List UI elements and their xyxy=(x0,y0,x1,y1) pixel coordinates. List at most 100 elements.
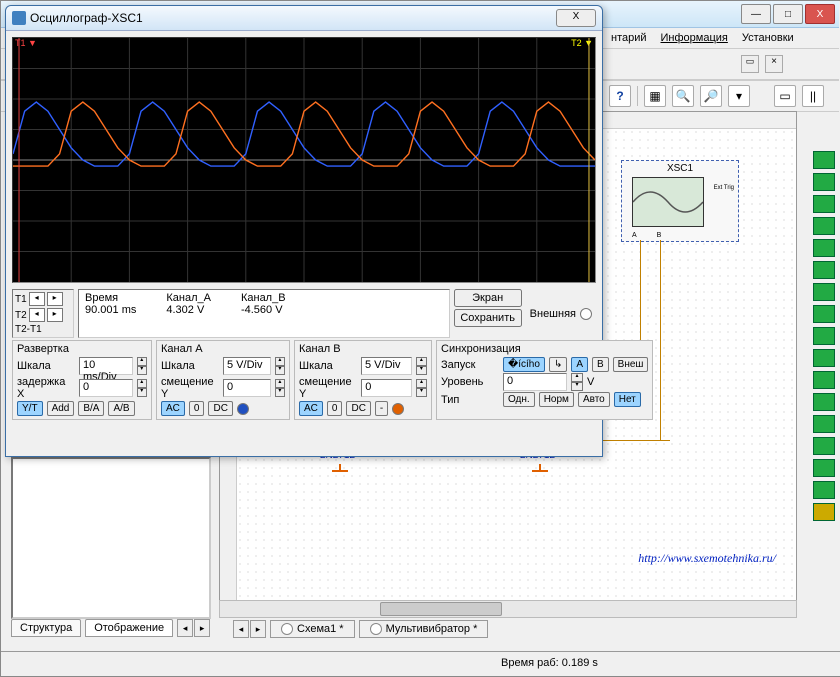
spin-up-icon[interactable]: ▴ xyxy=(416,357,427,366)
doc-tab-schema1[interactable]: Схема1 * xyxy=(270,620,355,638)
timebase-scale-input[interactable]: 10 ms/Div xyxy=(79,357,133,375)
cha-scale-input[interactable]: 5 V/Div xyxy=(223,357,271,375)
view-icon[interactable]: ▦ xyxy=(644,85,666,107)
tab-structure[interactable]: Структура xyxy=(11,619,81,637)
chb-scale-input[interactable]: 5 V/Div xyxy=(361,357,412,375)
timebase-panel: Развертка Шкала10 ms/Div▴▾ задержка X0▴▾… xyxy=(12,340,152,420)
spin-down-icon[interactable]: ▾ xyxy=(416,388,427,397)
spin-down-icon[interactable]: ▾ xyxy=(416,366,427,375)
maximize-button[interactable]: □ xyxy=(773,4,803,24)
instrument-icon[interactable] xyxy=(813,173,835,191)
t2-right-icon[interactable]: ▸ xyxy=(47,308,63,322)
scrollbar-thumb[interactable] xyxy=(380,602,502,616)
component-oscilloscope[interactable]: XSC1 Ext Trig AB xyxy=(621,160,739,242)
instrument-icon[interactable] xyxy=(813,283,835,301)
instrument-icon[interactable] xyxy=(813,459,835,477)
close-button[interactable]: X xyxy=(805,4,835,24)
instrument-icon[interactable] xyxy=(813,503,835,521)
trig-b-button[interactable]: B xyxy=(592,357,609,372)
timebase-delay-input[interactable]: 0 xyxy=(79,379,133,397)
chb-neg-button[interactable]: - xyxy=(375,401,388,416)
col-cha: Канал_A xyxy=(166,292,211,304)
spin-up-icon[interactable]: ▴ xyxy=(137,379,148,388)
tab-display[interactable]: Отображение xyxy=(85,619,173,637)
trig-ext-button[interactable]: Внеш xyxy=(613,357,649,372)
menu-item[interactable]: нтарий xyxy=(611,32,647,44)
save-button[interactable]: Сохранить xyxy=(454,309,522,327)
mode-add-button[interactable]: Add xyxy=(47,401,75,416)
trig-auto-button[interactable]: Авто xyxy=(578,392,610,407)
book-icon[interactable]: ▭ xyxy=(774,85,796,107)
mode-ab-button[interactable]: A/B xyxy=(108,401,134,416)
instrument-icon[interactable] xyxy=(813,371,835,389)
instrument-icon[interactable] xyxy=(813,195,835,213)
screen-button[interactable]: Экран xyxy=(454,289,522,307)
zoom-out-icon[interactable]: 🔎 xyxy=(700,85,722,107)
trig-norm-button[interactable]: Норм xyxy=(539,392,574,407)
window-toggle-icon[interactable]: ▭ xyxy=(741,55,759,73)
doc-tab-multivibrator[interactable]: Мультивибратор * xyxy=(359,620,489,638)
close-icon[interactable]: × xyxy=(765,55,783,73)
mode-yt-button[interactable]: Y/T xyxy=(17,401,43,416)
t1-left-icon[interactable]: ◂ xyxy=(29,292,45,306)
scale-label: Шкала xyxy=(161,360,219,372)
instrument-icon[interactable] xyxy=(813,393,835,411)
oscilloscope-titlebar[interactable]: Осциллограф-XSC1 X xyxy=(6,6,602,31)
val-cha: 4.302 V xyxy=(166,304,211,316)
instrument-icon[interactable] xyxy=(813,217,835,235)
menu-item[interactable]: Информация xyxy=(661,32,728,44)
cha-offset-input[interactable]: 0 xyxy=(223,379,271,397)
spin-up-icon[interactable]: ▴ xyxy=(137,357,148,366)
trig-none-button[interactable]: Нет xyxy=(614,392,641,407)
instrument-icon[interactable] xyxy=(813,239,835,257)
spin-down-icon[interactable]: ▾ xyxy=(571,382,583,391)
instrument-icon[interactable] xyxy=(813,327,835,345)
instrument-icon[interactable] xyxy=(813,151,835,169)
scope-display[interactable]: T1 ▼ T2 ▼ xyxy=(12,37,596,283)
structure-panel xyxy=(11,457,211,619)
pause-icon[interactable]: || xyxy=(802,85,824,107)
trig-level-input[interactable]: 0 xyxy=(503,373,567,391)
instrument-icon[interactable] xyxy=(813,415,835,433)
chb-zero-button[interactable]: 0 xyxy=(327,401,343,416)
spin-down-icon[interactable]: ▾ xyxy=(275,366,285,375)
trig-single-button[interactable]: Одн. xyxy=(503,392,535,407)
tab-nav-next-icon[interactable]: ▸ xyxy=(250,620,266,638)
minimize-button[interactable]: — xyxy=(741,4,771,24)
scrollbar-horizontal[interactable] xyxy=(219,600,797,618)
mode-ba-button[interactable]: B/A xyxy=(78,401,104,416)
spin-up-icon[interactable]: ▴ xyxy=(275,357,285,366)
trig-rise-icon[interactable]: �ícího xyxy=(503,357,545,372)
spin-down-icon[interactable]: ▾ xyxy=(275,388,285,397)
chb-offset-input[interactable]: 0 xyxy=(361,379,412,397)
instrument-icon[interactable] xyxy=(813,437,835,455)
cha-dc-button[interactable]: DC xyxy=(208,401,232,416)
chb-dc-button[interactable]: DC xyxy=(346,401,370,416)
menu-item[interactable]: Установки xyxy=(742,32,794,44)
spin-down-icon[interactable]: ▾ xyxy=(137,388,148,397)
nav-prev-icon[interactable]: ◂ xyxy=(177,619,193,637)
close-button[interactable]: X xyxy=(556,9,596,27)
nav-next-icon[interactable]: ▸ xyxy=(194,619,210,637)
zoom-in-icon[interactable]: 🔍 xyxy=(672,85,694,107)
chevron-down-icon[interactable]: ▾ xyxy=(728,85,750,107)
help-icon[interactable]: ? xyxy=(609,85,631,107)
cha-zero-button[interactable]: 0 xyxy=(189,401,205,416)
instrument-icon[interactable] xyxy=(813,481,835,499)
chb-color-indicator xyxy=(392,403,404,415)
instrument-icon[interactable] xyxy=(813,261,835,279)
trig-a-button[interactable]: A xyxy=(571,357,588,372)
instrument-icon[interactable] xyxy=(813,349,835,367)
instrument-icon[interactable] xyxy=(813,305,835,323)
spin-up-icon[interactable]: ▴ xyxy=(571,373,583,382)
t2-left-icon[interactable]: ◂ xyxy=(29,308,45,322)
t1-right-icon[interactable]: ▸ xyxy=(47,292,63,306)
credit-link[interactable]: http://www.sxemotehnika.ru/ xyxy=(638,551,776,566)
tab-nav-prev-icon[interactable]: ◂ xyxy=(233,620,249,638)
chb-ac-button[interactable]: AC xyxy=(299,401,323,416)
cha-ac-button[interactable]: AC xyxy=(161,401,185,416)
trig-fall-icon[interactable]: ↳ xyxy=(549,357,567,372)
spin-down-icon[interactable]: ▾ xyxy=(137,366,148,375)
spin-up-icon[interactable]: ▴ xyxy=(275,379,285,388)
spin-up-icon[interactable]: ▴ xyxy=(416,379,427,388)
